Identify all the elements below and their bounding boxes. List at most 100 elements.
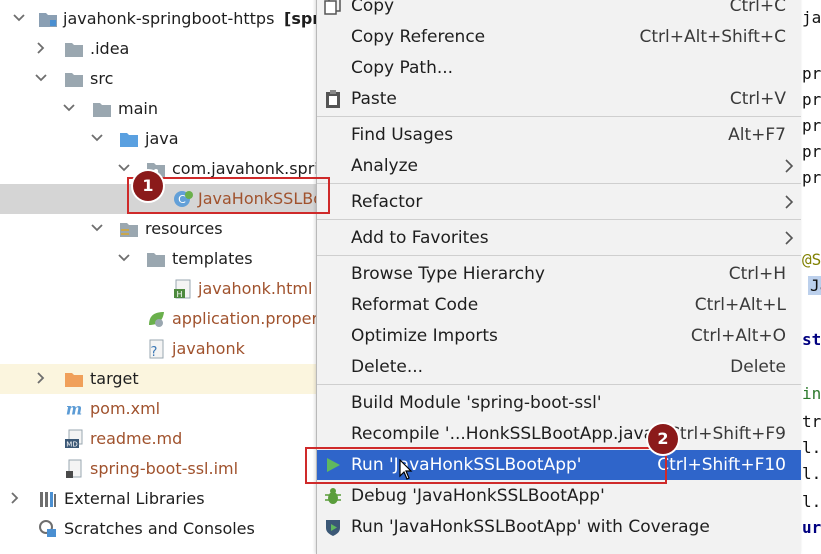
project-tree: javahonk-springboot-https [spr .idea src… — [0, 0, 318, 549]
tree-row-main[interactable]: main — [0, 94, 318, 124]
coverage-icon — [326, 520, 340, 536]
tree-label-external-libraries: External Libraries — [64, 489, 205, 508]
menu-item-run-with-coverage[interactable]: Run 'JavaHonkSSLBootApp' with Coverage — [317, 512, 801, 542]
markdown-file-icon: MD — [65, 429, 83, 449]
svg-text:m: m — [66, 399, 82, 418]
folder-icon — [65, 73, 83, 87]
tree-row-java[interactable]: java — [0, 124, 318, 154]
code-line: l.a — [802, 464, 821, 483]
html-file-icon: H — [174, 279, 191, 299]
paste-icon — [326, 90, 340, 108]
tree-row-scratches[interactable]: Scratches and Consoles — [0, 514, 318, 544]
chevron-right-icon[interactable] — [34, 41, 48, 55]
tree-label-html-file: javahonk.html — [198, 279, 313, 298]
tree-row-external-libraries[interactable]: External Libraries — [0, 484, 318, 514]
module-file-icon — [66, 459, 82, 478]
tree-label-resources: resources — [145, 219, 223, 238]
properties-file-icon — [149, 312, 164, 327]
tree-row-readme[interactable]: MD readme.md — [0, 424, 318, 454]
chevron-down-icon[interactable] — [117, 161, 131, 175]
menu-item-find-usages[interactable]: Find Usages Alt+F7 — [317, 120, 801, 150]
tree-label-iml: spring-boot-ssl.iml — [90, 459, 239, 478]
menu-item-copy-reference[interactable]: Copy Reference Ctrl+Alt+Shift+C — [317, 22, 801, 52]
folder-icon — [93, 103, 111, 117]
chevron-down-icon[interactable] — [90, 221, 104, 235]
code-line: @Spr — [802, 250, 821, 269]
menu-item-delete[interactable]: Delete... Delete — [317, 352, 801, 382]
menu-item-paste[interactable]: Paste Ctrl+V — [317, 84, 801, 114]
menu-item-debug[interactable]: Debug 'JavaHonkSSLBootApp' — [317, 481, 801, 511]
tree-row-resources[interactable]: resources — [0, 214, 318, 244]
tree-row-target[interactable]: target — [0, 364, 318, 394]
annotation-badge-step1: 1 — [133, 171, 163, 201]
folder-icon — [147, 253, 165, 267]
submenu-arrow-icon — [785, 231, 794, 245]
menu-separator — [317, 116, 801, 117]
code-line: pri — [802, 142, 821, 161]
chevron-right-icon[interactable] — [34, 371, 48, 385]
annotation-badge-step2: 2 — [648, 424, 678, 454]
chevron-right-icon[interactable] — [8, 491, 22, 505]
tree-row-javahonk[interactable]: ? javahonk — [0, 334, 318, 364]
menu-item-copy-path[interactable]: Copy Path... — [317, 53, 801, 83]
code-line: sta — [802, 330, 821, 349]
menu-item-optimize-imports[interactable]: Optimize Imports Ctrl+Alt+O — [317, 321, 801, 351]
tree-row-src[interactable]: src — [0, 64, 318, 94]
menu-item-build-module[interactable]: Build Module 'spring-boot-ssl' — [317, 388, 801, 418]
code-line: l.a — [802, 438, 821, 457]
menu-item-refactor[interactable]: Refactor — [317, 187, 801, 217]
code-line: tri — [802, 412, 821, 431]
code-line: pri — [802, 168, 821, 187]
code-line: pri — [802, 64, 821, 83]
svg-text:H: H — [176, 290, 182, 299]
menu-item-reformat-code[interactable]: Reformat Code Ctrl+Alt+L — [317, 290, 801, 320]
code-line: urn — [802, 518, 821, 537]
svg-text:MD: MD — [66, 441, 77, 449]
debug-icon — [325, 488, 341, 504]
code-editor[interactable]: jav pri pri pri pri pri @Spr Ja sta ing … — [800, 0, 821, 549]
chevron-down-icon[interactable] — [34, 71, 48, 85]
resources-folder-icon — [120, 223, 138, 237]
menu-separator — [317, 183, 801, 184]
submenu-arrow-icon — [785, 159, 794, 173]
folder-icon — [65, 43, 83, 57]
tree-row-app-properties[interactable]: application.proper — [0, 304, 318, 334]
tree-label-javahonk: javahonk — [172, 339, 245, 358]
chevron-down-icon[interactable] — [90, 131, 104, 145]
code-line: jav — [802, 8, 821, 27]
chevron-down-icon[interactable] — [12, 11, 26, 25]
menu-item-add-to-favorites[interactable]: Add to Favorites — [317, 223, 801, 253]
source-folder-icon — [120, 133, 138, 147]
menu-separator — [317, 255, 801, 256]
tree-label-scratches: Scratches and Consoles — [64, 519, 255, 538]
menu-item-browse-type-hierarchy[interactable]: Browse Type Hierarchy Ctrl+H — [317, 259, 801, 289]
copy-icon — [324, 0, 341, 15]
maven-icon: m — [66, 399, 82, 418]
menu-item-recompile[interactable]: Recompile '...HonkSSLBootApp.java' Ctrl+… — [317, 419, 801, 449]
code-line-highlighted: Ja — [808, 276, 821, 295]
tree-row-iml[interactable]: spring-boot-ssl.iml — [0, 454, 318, 484]
tree-label-main: main — [118, 99, 158, 118]
tree-row-pom[interactable]: m pom.xml — [0, 394, 318, 424]
tree-row-html-file[interactable]: H javahonk.html — [0, 274, 318, 304]
tree-row-templates[interactable]: templates — [0, 244, 318, 274]
chevron-down-icon[interactable] — [117, 251, 131, 265]
tree-label-project-root: javahonk-springboot-https — [63, 9, 275, 28]
tree-row-project-root[interactable]: javahonk-springboot-https [spr — [0, 4, 318, 34]
tree-label-java: java — [145, 129, 179, 148]
tree-label-src: src — [90, 69, 114, 88]
chevron-down-icon[interactable] — [62, 101, 76, 115]
menu-item-analyze[interactable]: Analyze — [317, 151, 801, 181]
mouse-cursor-icon — [399, 459, 413, 480]
code-line: ing — [802, 384, 821, 403]
menu-item-copy[interactable]: Copy Ctrl+C — [317, 0, 801, 21]
unknown-file-icon: ? — [149, 339, 164, 359]
tree-label-pom: pom.xml — [90, 399, 161, 418]
module-folder-icon — [39, 13, 57, 27]
tree-label-target: target — [90, 369, 139, 388]
tree-label-project-root-suffix: [spr — [284, 9, 318, 28]
tree-label-app-properties: application.proper — [172, 309, 318, 328]
excluded-folder-icon — [65, 373, 83, 387]
menu-separator — [317, 384, 801, 385]
tree-row-idea[interactable]: .idea — [0, 34, 318, 64]
